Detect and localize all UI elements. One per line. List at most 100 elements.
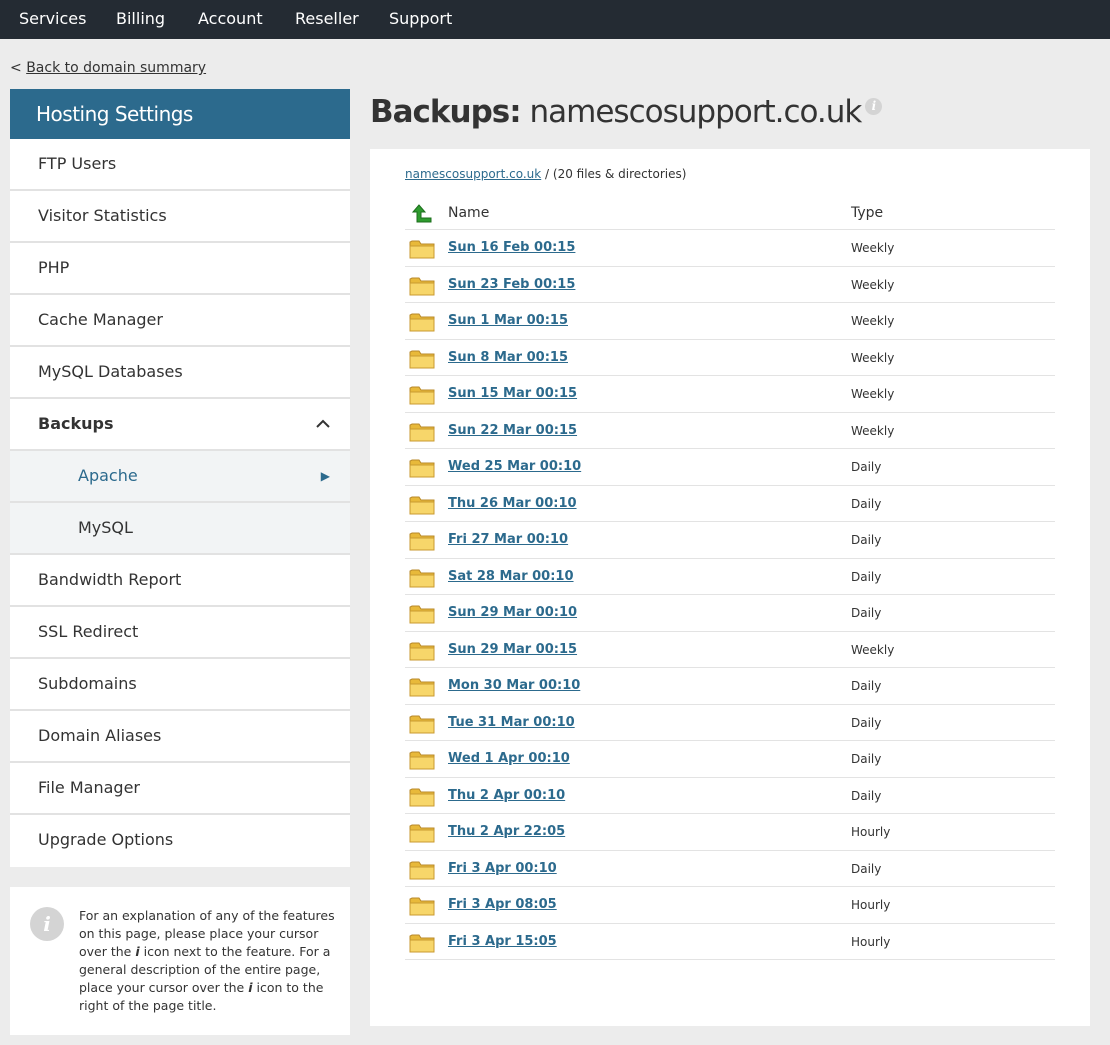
sidebar-subitem-label: Apache — [78, 466, 138, 485]
nav-account[interactable]: Account — [198, 0, 263, 39]
sidebar-item-php[interactable]: PHP — [10, 243, 350, 295]
sidebar-item-file-manager[interactable]: File Manager — [10, 763, 350, 815]
folder-icon[interactable] — [409, 859, 435, 881]
backup-type: Weekly — [851, 423, 895, 438]
sidebar-subitem-apache[interactable]: Apache ▶ — [10, 451, 350, 503]
folder-icon[interactable] — [409, 786, 435, 808]
table-header: Name Type — [405, 194, 1055, 230]
backup-name-link[interactable]: Fri 27 Mar 00:10 — [448, 532, 568, 547]
sidebar-item-visitor-statistics[interactable]: Visitor Statistics — [10, 191, 350, 243]
column-header-type[interactable]: Type — [851, 205, 883, 221]
column-header-name[interactable]: Name — [448, 205, 489, 221]
folder-icon[interactable] — [409, 238, 435, 260]
table-row: Thu 2 Apr 22:05 Hourly — [405, 814, 1055, 851]
backup-table: Name Type Sun 16 Feb 00:15 Weekly Sun 23 F… — [405, 194, 1055, 960]
table-row: Fri 3 Apr 15:05 Hourly — [405, 924, 1055, 960]
backup-type: Weekly — [851, 642, 895, 657]
backup-name-link[interactable]: Wed 1 Apr 00:10 — [448, 751, 570, 766]
backup-type: Daily — [851, 788, 882, 803]
backup-name-link[interactable]: Fri 3 Apr 08:05 — [448, 897, 557, 912]
sidebar-item-backups[interactable]: Backups — [10, 399, 350, 451]
backup-type: Daily — [851, 496, 882, 511]
backup-name-link[interactable]: Sun 1 Mar 00:15 — [448, 313, 568, 328]
backup-type: Daily — [851, 752, 882, 766]
backup-name-link[interactable]: Sun 16 Feb 00:15 — [448, 240, 575, 255]
backup-type: Weekly — [851, 277, 895, 292]
sidebar-item-ssl-redirect[interactable]: SSL Redirect — [10, 607, 350, 659]
up-directory-icon[interactable] — [411, 203, 433, 225]
sidebar-item-label: Bandwidth Report — [38, 570, 182, 589]
table-row: Sun 8 Mar 00:15 Weekly — [405, 340, 1055, 376]
backup-type: Weekly — [851, 350, 895, 365]
sidebar-item-label: Domain Aliases — [38, 726, 162, 745]
info-text: For an explanation of any of the feature… — [79, 907, 335, 1015]
folder-icon[interactable] — [409, 421, 435, 443]
folder-icon[interactable] — [409, 822, 435, 844]
nav-support[interactable]: Support — [389, 0, 452, 39]
sidebar-item-mysql-databases[interactable]: MySQL Databases — [10, 347, 350, 399]
backup-type: Daily — [851, 569, 882, 584]
backup-type: Daily — [851, 715, 882, 730]
folder-icon[interactable] — [409, 494, 435, 516]
backup-type: Hourly — [851, 934, 891, 949]
backup-name-link[interactable]: Sun 22 Mar 00:15 — [448, 423, 577, 438]
backup-name-link[interactable]: Mon 30 Mar 00:10 — [448, 678, 580, 693]
table-row: Sat 28 Mar 00:10 Daily — [405, 559, 1055, 595]
folder-icon[interactable] — [409, 567, 435, 589]
folder-icon[interactable] — [409, 640, 435, 662]
backup-name-link[interactable]: Fri 3 Apr 00:10 — [448, 861, 557, 876]
folder-icon[interactable] — [409, 275, 435, 297]
nav-billing[interactable]: Billing — [116, 0, 165, 39]
info-box: i For an explanation of any of the featu… — [10, 887, 350, 1035]
backup-name-link[interactable]: Sun 23 Feb 00:15 — [448, 277, 575, 292]
chevron-up-icon[interactable] — [316, 417, 330, 431]
back-to-domain-summary-link[interactable]: Back to domain summary — [26, 60, 206, 76]
backup-name-link[interactable]: Thu 2 Apr 00:10 — [448, 788, 565, 803]
backup-name-link[interactable]: Sat 28 Mar 00:10 — [448, 569, 574, 584]
backup-name-link[interactable]: Sun 29 Mar 00:10 — [448, 605, 577, 620]
folder-icon[interactable] — [409, 713, 435, 735]
folder-icon[interactable] — [409, 603, 435, 625]
backup-name-link[interactable]: Sun 29 Mar 00:15 — [448, 642, 577, 657]
table-body: Sun 16 Feb 00:15 Weekly Sun 23 Feb 00:15 We… — [405, 230, 1055, 960]
nav-services[interactable]: Services — [19, 0, 86, 39]
backup-type: Daily — [851, 861, 882, 876]
sidebar-subitem-mysql[interactable]: MySQL — [10, 503, 350, 555]
sidebar-item-ftp-users[interactable]: FTP Users — [10, 139, 350, 191]
breadcrumb-domain-link[interactable]: namescosupport.co.uk — [405, 167, 541, 181]
sidebar-item-bandwidth-report[interactable]: Bandwidth Report — [10, 555, 350, 607]
nav-reseller[interactable]: Reseller — [295, 0, 359, 39]
folder-icon[interactable] — [409, 384, 435, 406]
title-info-icon[interactable]: i — [865, 98, 883, 115]
play-arrow-icon: ▶ — [320, 469, 330, 483]
backup-name-link[interactable]: Fri 3 Apr 15:05 — [448, 934, 557, 949]
folder-icon[interactable] — [409, 457, 435, 479]
backup-name-link[interactable]: Sun 15 Mar 00:15 — [448, 386, 577, 401]
backup-type: Hourly — [851, 898, 891, 912]
sidebar-item-domain-aliases[interactable]: Domain Aliases — [10, 711, 350, 763]
backup-type: Daily — [851, 460, 882, 474]
sidebar-item-subdomains[interactable]: Subdomains — [10, 659, 350, 711]
backup-type: Weekly — [851, 241, 895, 255]
sidebar-subitem-label: MySQL — [78, 518, 133, 537]
table-row: Wed 1 Apr 00:10 Daily — [405, 741, 1055, 778]
backup-name-link[interactable]: Wed 25 Mar 00:10 — [448, 459, 581, 474]
folder-icon[interactable] — [409, 348, 435, 370]
folder-icon[interactable] — [409, 676, 435, 698]
folder-icon[interactable] — [409, 895, 435, 917]
top-navigation: Services Billing Account Reseller Suppor… — [0, 0, 1110, 39]
folder-icon[interactable] — [409, 749, 435, 771]
backup-name-link[interactable]: Sun 8 Mar 00:15 — [448, 350, 568, 365]
sidebar-item-upgrade-options[interactable]: Upgrade Options — [10, 815, 350, 867]
folder-icon[interactable] — [409, 530, 435, 552]
page-title: Backups: namescosupport.co.uk i — [370, 94, 883, 130]
backup-name-link[interactable]: Tue 31 Mar 00:10 — [448, 715, 575, 730]
sidebar-item-cache-manager[interactable]: Cache Manager — [10, 295, 350, 347]
backup-name-link[interactable]: Thu 2 Apr 22:05 — [448, 824, 565, 839]
backup-type: Daily — [851, 606, 882, 620]
folder-icon[interactable] — [409, 932, 435, 954]
folder-icon[interactable] — [409, 311, 435, 333]
table-row: Sun 16 Feb 00:15 Weekly — [405, 230, 1055, 267]
backup-name-link[interactable]: Thu 26 Mar 00:10 — [448, 496, 577, 511]
sidebar-item-label: PHP — [38, 258, 70, 277]
